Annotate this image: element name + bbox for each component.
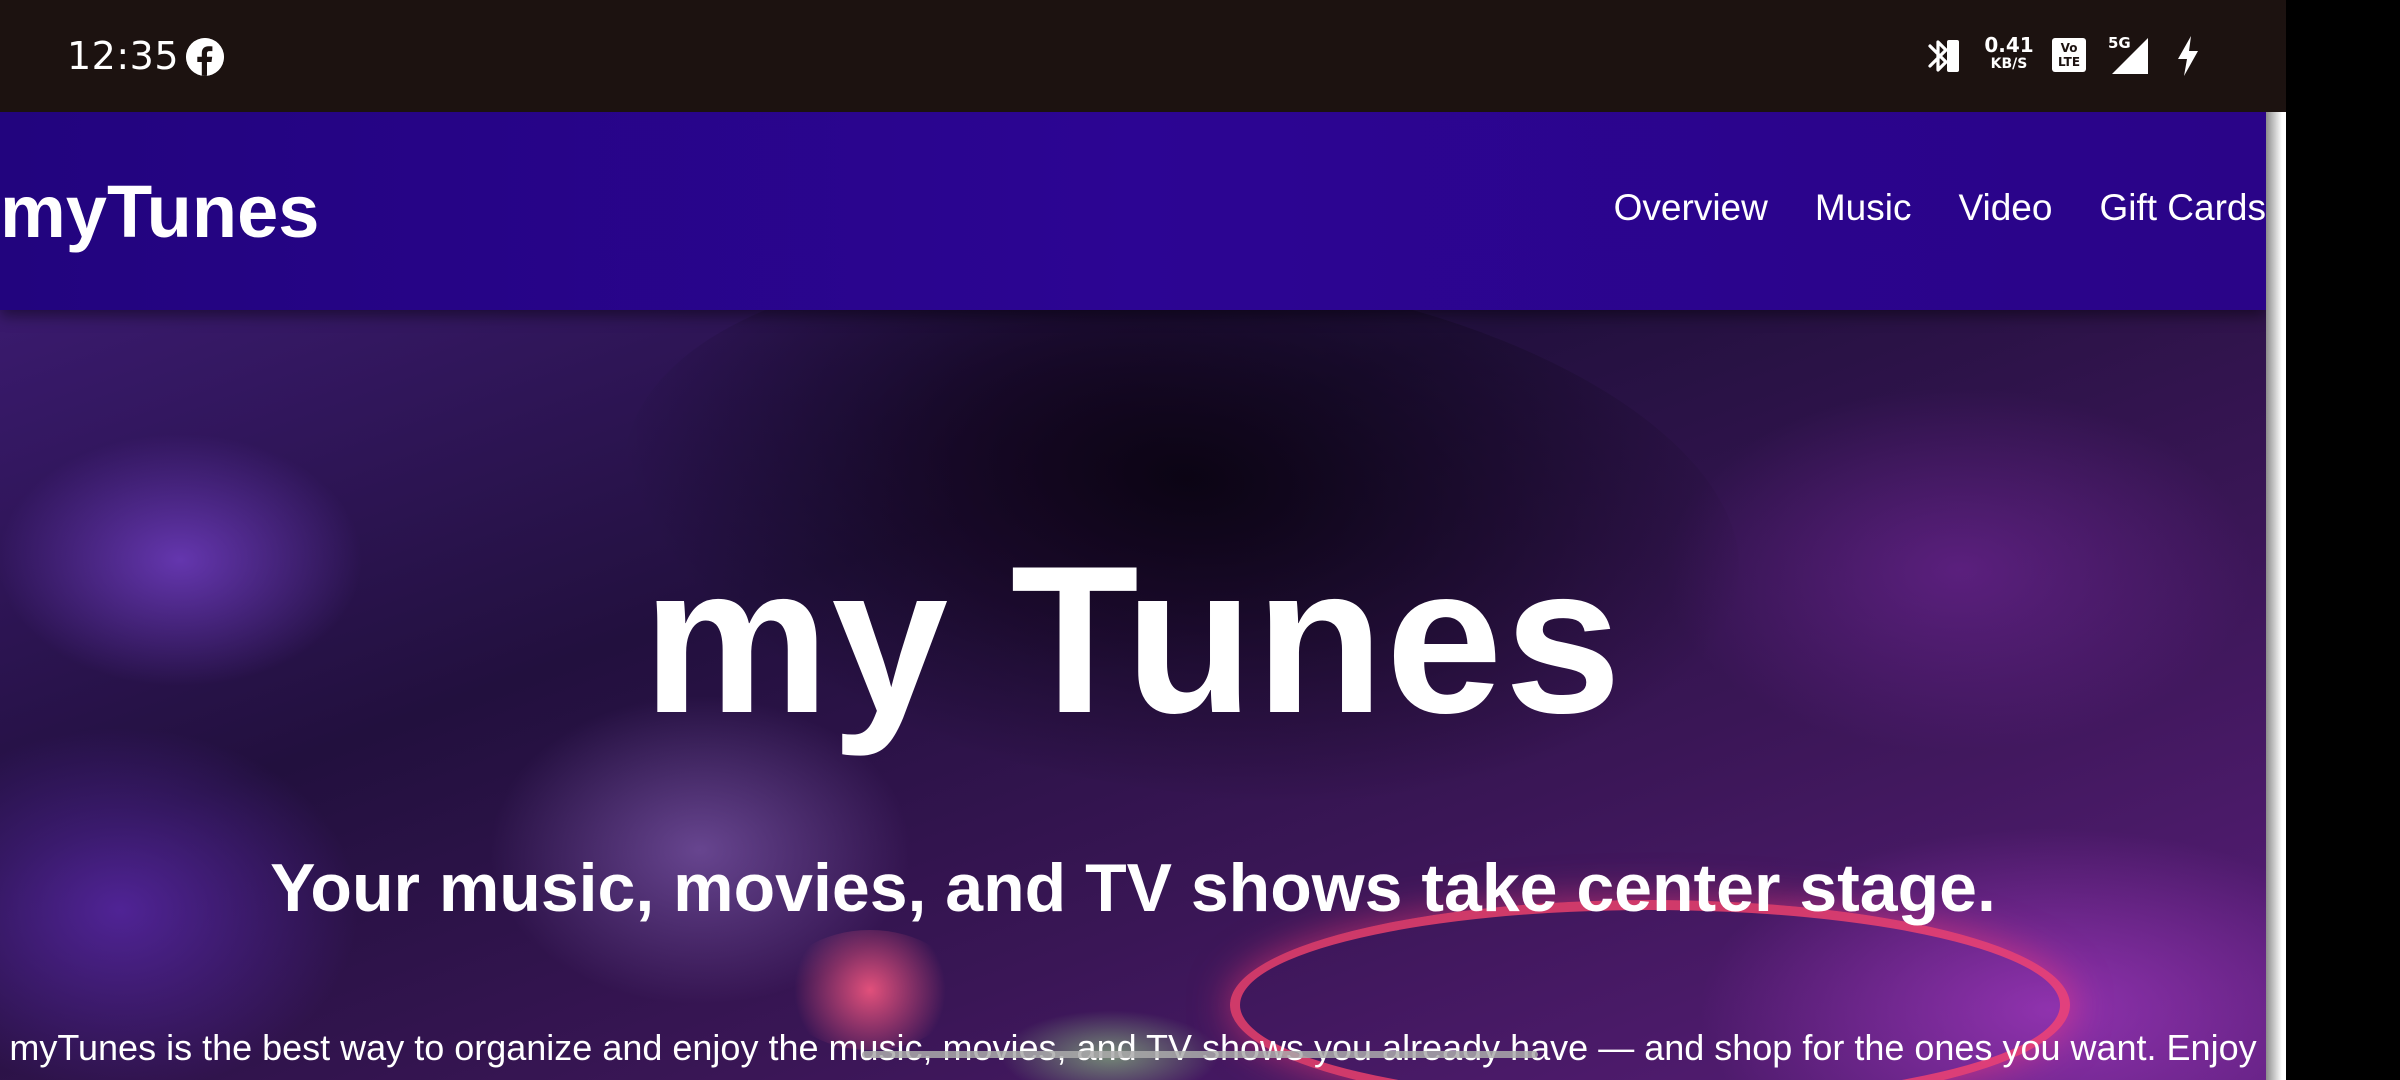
- status-time: 12:35: [67, 34, 180, 78]
- hero-title: my Tunes: [642, 522, 1624, 757]
- network-speed-value: 0.41: [1984, 33, 2034, 57]
- nav-link-overview[interactable]: Overview: [1614, 186, 1768, 230]
- nav-link-video[interactable]: Video: [1958, 186, 2052, 230]
- volte-top-label: Vo: [2060, 41, 2078, 55]
- network-speed-unit: KB/S: [1990, 56, 2028, 72]
- navbar: myTunes Overview Music Video Gift Cards: [0, 112, 2266, 310]
- nav-link-gift-cards[interactable]: Gift Cards: [2099, 186, 2266, 230]
- page-edge-shadow: [2266, 112, 2286, 1080]
- hero-section: my Tunes Your music, movies, and TV show…: [0, 310, 2266, 1080]
- hero-subtitle: Your music, movies, and TV shows take ce…: [270, 850, 1996, 926]
- network-speed: 0.41 KB/S: [1982, 34, 2036, 72]
- facebook-icon: [186, 38, 224, 76]
- phone-screen: 12:35 0.41 KB/S Vo LTE 5G myTunes Overvi…: [0, 0, 2400, 1080]
- gesture-navigation-bar[interactable]: [862, 1051, 1538, 1058]
- web-page: myTunes Overview Music Video Gift Cards …: [0, 112, 2266, 1080]
- volte-icon: Vo LTE: [2052, 38, 2086, 72]
- brand-logo[interactable]: myTunes: [0, 170, 319, 254]
- status-bar: 12:35 0.41 KB/S Vo LTE 5G: [0, 0, 2286, 112]
- signal-icon: [2110, 38, 2150, 74]
- battery-icon: [1947, 40, 1959, 72]
- charging-icon: [2174, 34, 2202, 78]
- nav-links: Overview Music Video Gift Cards: [1614, 186, 2266, 230]
- hero-description-line: myTunes is the best way to organize and …: [9, 1027, 2257, 1068]
- browser-viewport[interactable]: myTunes Overview Music Video Gift Cards …: [0, 112, 2286, 1080]
- nav-link-music[interactable]: Music: [1815, 186, 1912, 230]
- volte-bottom-label: LTE: [2057, 55, 2081, 69]
- hero-description-line: all the entertainment myTunes has to off…: [0, 1072, 2266, 1080]
